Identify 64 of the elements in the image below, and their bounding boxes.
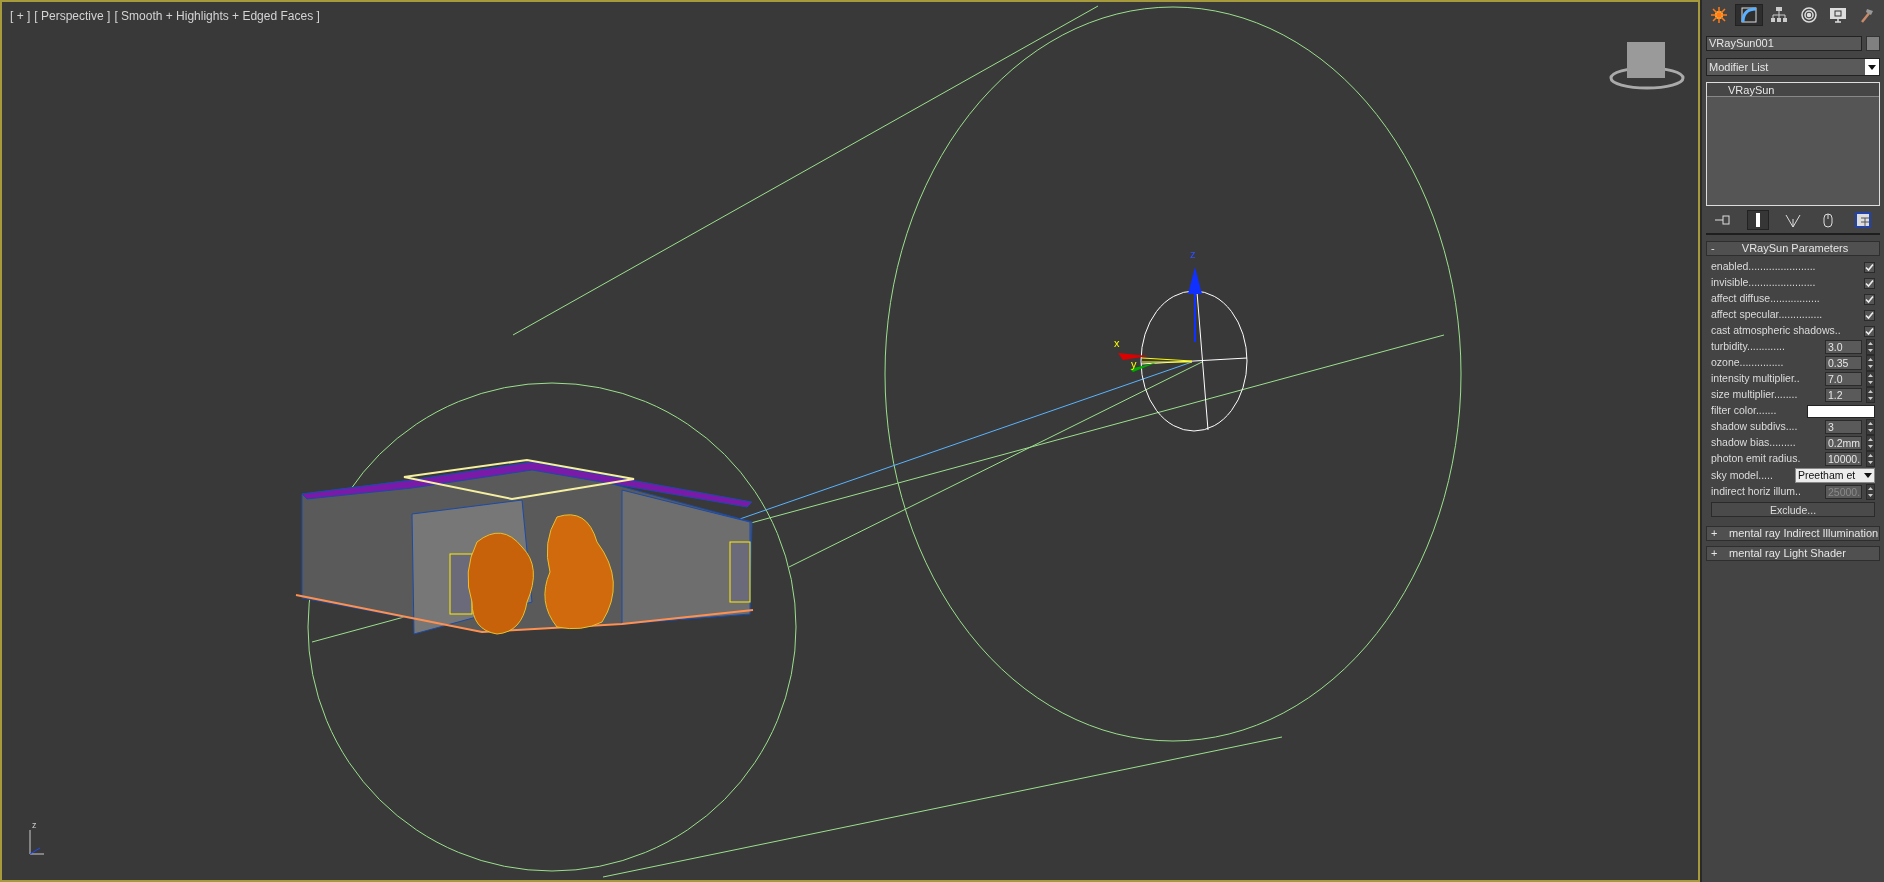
checkbox[interactable] xyxy=(1864,261,1875,273)
dropdown[interactable]: Preetham et xyxy=(1795,468,1875,483)
parameter-label: photon emit radius. xyxy=(1711,451,1801,467)
parameter-label: indirect horiz illum.. xyxy=(1711,484,1801,500)
axis-label: z xyxy=(1190,248,1196,260)
corner-axis-icon xyxy=(29,829,45,855)
exclude-button[interactable]: Exclude... xyxy=(1711,502,1875,517)
viewport-menu-label[interactable]: [ Perspective ] xyxy=(34,7,111,25)
checkbox[interactable] xyxy=(1864,309,1875,321)
parameter-label: enabled....................... xyxy=(1711,259,1816,275)
spinner-field[interactable]: 0.35 xyxy=(1825,356,1862,370)
stack-tool-button[interactable] xyxy=(1747,210,1770,230)
axis-label: z xyxy=(32,820,37,830)
starburst-icon xyxy=(1709,5,1730,25)
parameter-label: sky model..... xyxy=(1711,467,1773,483)
rollout-header[interactable]: + mental ray Light Shader xyxy=(1706,546,1880,561)
parameter-label: affect specular............... xyxy=(1711,307,1823,323)
parameter-label: affect diffuse................. xyxy=(1711,291,1820,307)
parameter-label: shadow subdivs.... xyxy=(1711,419,1798,435)
parameter-label: shadow bias......... xyxy=(1711,435,1796,451)
disc-icon xyxy=(1798,5,1819,25)
viewport-menu-label[interactable]: [ Smooth + Highlights + Edged Faces ] xyxy=(114,7,320,25)
spinner-field[interactable]: 0.2mm xyxy=(1825,436,1862,450)
color-swatch[interactable] xyxy=(1807,404,1875,418)
rollout-header[interactable]: - VRaySun Parameters xyxy=(1706,241,1880,256)
parameter-label: cast atmospheric shadows.. xyxy=(1711,323,1841,339)
spinner-arrows-icon[interactable] xyxy=(1866,451,1875,467)
spinner-field[interactable]: 3 xyxy=(1825,420,1862,434)
viewport-menu-label[interactable]: [ + ] xyxy=(10,7,31,25)
grid-icon xyxy=(1852,210,1873,230)
spinner-field[interactable]: 1.2 xyxy=(1825,388,1862,402)
bar-icon xyxy=(1756,213,1761,227)
spinner-field[interactable]: 3.0 xyxy=(1825,340,1862,354)
parameter-label: invisible....................... xyxy=(1711,275,1816,291)
modifier-list-dropdown[interactable]: Modifier List xyxy=(1706,58,1880,76)
object-name-field[interactable]: VRaySun001 xyxy=(1706,36,1862,51)
spinner-arrows-icon[interactable] xyxy=(1866,371,1875,387)
axis-label: x xyxy=(1114,337,1120,349)
spinner-arrows-icon[interactable] xyxy=(1866,484,1875,500)
parameter-label: size multiplier........ xyxy=(1711,387,1798,403)
curve-icon xyxy=(1739,5,1760,25)
parameter-label: filter color....... xyxy=(1711,403,1777,419)
caret-icon xyxy=(1868,64,1876,70)
parameter-label: ozone............... xyxy=(1711,355,1784,371)
spinner-field[interactable]: 10000. xyxy=(1825,452,1862,466)
spinner-arrows-icon[interactable] xyxy=(1866,435,1875,451)
modifier-stack-item[interactable]: VRaySun xyxy=(1707,83,1879,97)
spinner-arrows-icon[interactable] xyxy=(1866,387,1875,403)
parameter-label: intensity multiplier.. xyxy=(1711,371,1800,387)
caret-icon xyxy=(1864,473,1872,478)
checkbox[interactable] xyxy=(1864,277,1875,289)
monitor-icon xyxy=(1827,5,1848,25)
panel-tab[interactable] xyxy=(1735,4,1764,26)
hierarchy-icon xyxy=(1769,5,1790,25)
checkbox[interactable] xyxy=(1864,293,1875,305)
parameter-label: turbidity............. xyxy=(1711,339,1785,355)
spinner-field[interactable]: 7.0 xyxy=(1825,372,1862,386)
spinner-arrows-icon[interactable] xyxy=(1866,419,1875,435)
checkbox[interactable] xyxy=(1864,325,1875,337)
spinner-arrows-icon[interactable] xyxy=(1866,339,1875,355)
object-color-swatch[interactable] xyxy=(1866,36,1880,51)
axis-label: y xyxy=(1131,358,1137,370)
spinner-arrows-icon[interactable] xyxy=(1866,355,1875,371)
rollout-header[interactable]: + mental ray Indirect Illumination xyxy=(1706,526,1880,541)
